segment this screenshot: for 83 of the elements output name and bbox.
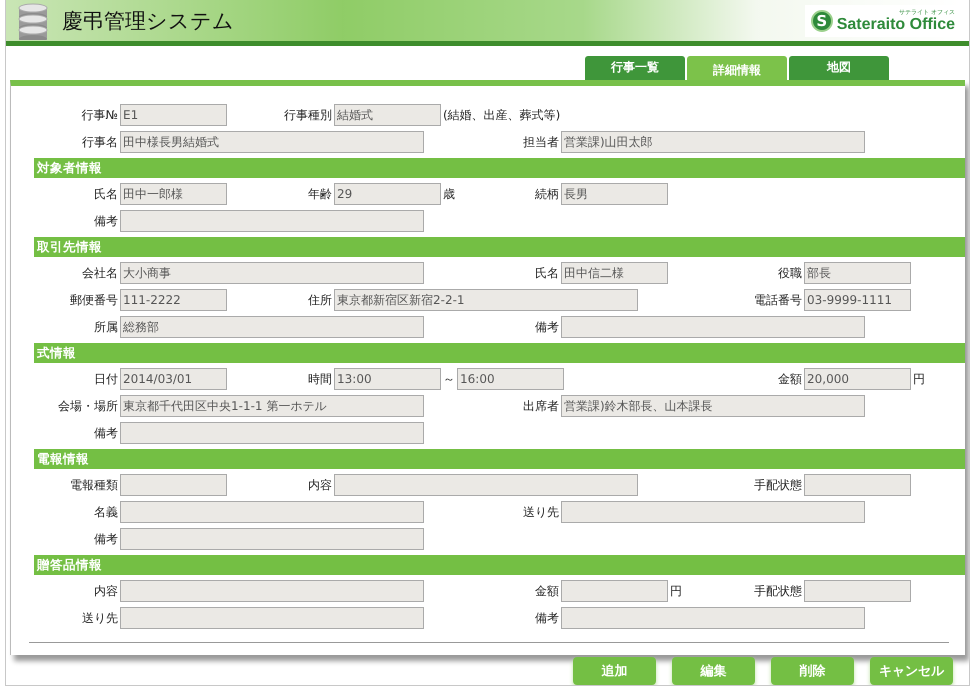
input-field[interactable]: 大小商事 — [120, 262, 424, 284]
field-label: 電報種類 — [70, 476, 118, 494]
input-field[interactable] — [561, 501, 865, 523]
input-field[interactable]: 20,000 — [804, 368, 911, 390]
input-field[interactable] — [120, 210, 424, 232]
field-label: 送り先 — [82, 610, 118, 626]
field-label: 送り先 — [523, 504, 559, 520]
field-label: 年齢 — [308, 186, 332, 202]
field-label: 住所 — [308, 292, 332, 308]
input-field[interactable] — [804, 474, 911, 496]
field-label: 名義 — [94, 504, 118, 520]
input-field[interactable]: 東京都新宿区新宿2-2-1 — [334, 289, 638, 311]
input-field[interactable]: 部長 — [804, 262, 911, 284]
input-field[interactable] — [120, 580, 424, 602]
input-field[interactable]: 結婚式 — [334, 104, 441, 126]
section-header: 対象者情報 — [34, 158, 965, 178]
field-suffix: 円 — [912, 370, 926, 388]
input-field[interactable]: 東京都千代田区中央1-1-1 第一ホテル — [120, 395, 424, 417]
input-field[interactable] — [561, 316, 865, 338]
section-header: 電報情報 — [34, 449, 965, 469]
field-label: 金額 — [535, 582, 559, 600]
input-field[interactable]: 田中一郎様 — [120, 183, 227, 205]
logo-mark: S — [810, 10, 833, 32]
field-label: 時間 — [308, 370, 332, 388]
database-icon — [18, 2, 48, 40]
field-label: 出席者 — [523, 398, 559, 414]
section-header: 式情報 — [34, 343, 965, 363]
input-field[interactable]: 営業課)山田太郎 — [561, 131, 865, 153]
input-field[interactable] — [120, 501, 424, 523]
input-field[interactable] — [334, 474, 638, 496]
logo-text: Sateraito Office — [836, 16, 955, 32]
field-label: 会場・場所 — [58, 398, 118, 414]
input-field[interactable]: 111-2222 — [120, 289, 227, 311]
input-field[interactable] — [561, 607, 865, 629]
field-label: 続柄 — [535, 186, 559, 202]
field-label: 役職 — [778, 264, 802, 282]
input-field[interactable]: 田中信二様 — [561, 262, 668, 284]
tab[interactable]: 地図 — [789, 56, 889, 80]
field-label: 備考 — [94, 424, 118, 442]
section-header: 贈答品情報 — [34, 555, 965, 575]
field-label: 担当者 — [523, 134, 559, 150]
field-label: 会社名 — [82, 264, 118, 282]
input-field[interactable] — [561, 580, 668, 602]
section-header: 取引先情報 — [34, 237, 965, 257]
field-label: 手配状態 — [754, 476, 802, 494]
field-label: 内容 — [94, 582, 118, 600]
field-label: 所属 — [94, 318, 118, 336]
field-label: 氏名 — [535, 264, 559, 282]
field-label: 内容 — [308, 476, 332, 494]
input-field[interactable]: 長男 — [561, 183, 668, 205]
field-label: 郵便番号 — [70, 292, 118, 308]
input-field[interactable] — [120, 607, 424, 629]
input-field[interactable]: 29 — [334, 183, 441, 205]
field-suffix: 円 — [669, 582, 683, 600]
field-suffix: 歳 — [442, 186, 456, 202]
field-suffix: ～ — [442, 370, 456, 388]
field-label: 電話番号 — [754, 292, 802, 308]
field-label: 備考 — [535, 318, 559, 336]
app-title: 慶弔管理システム — [62, 8, 234, 34]
tab[interactable]: 行事一覧 — [585, 56, 685, 80]
field-label: 行事種別 — [284, 106, 332, 124]
input-field[interactable] — [120, 422, 424, 444]
field-label: 日付 — [94, 370, 118, 388]
input-field[interactable] — [120, 474, 227, 496]
field-label: 行事名 — [82, 134, 118, 150]
input-field[interactable]: 営業課)鈴木部長、山本課長 — [561, 395, 865, 417]
field-label: 氏名 — [94, 186, 118, 202]
field-suffix: (結婚、出産、葬式等) — [442, 106, 562, 124]
input-field[interactable] — [120, 528, 424, 550]
field-label: 行事№ — [82, 106, 118, 124]
input-field[interactable]: 田中様長男結婚式 — [120, 131, 424, 153]
field-label: 手配状態 — [754, 582, 802, 600]
field-label: 金額 — [778, 370, 802, 388]
field-label: 備考 — [535, 610, 559, 626]
input-field[interactable]: 13:00 — [334, 368, 441, 390]
input-field[interactable]: 03-9999-1111 — [804, 289, 911, 311]
input-field[interactable]: 16:00 — [457, 368, 564, 390]
input-field[interactable]: 2014/03/01 — [120, 368, 227, 390]
input-field[interactable] — [804, 580, 911, 602]
input-field[interactable]: 総務部 — [120, 316, 424, 338]
input-field[interactable]: E1 — [120, 104, 227, 126]
field-label: 備考 — [94, 530, 118, 548]
field-label: 備考 — [94, 212, 118, 230]
